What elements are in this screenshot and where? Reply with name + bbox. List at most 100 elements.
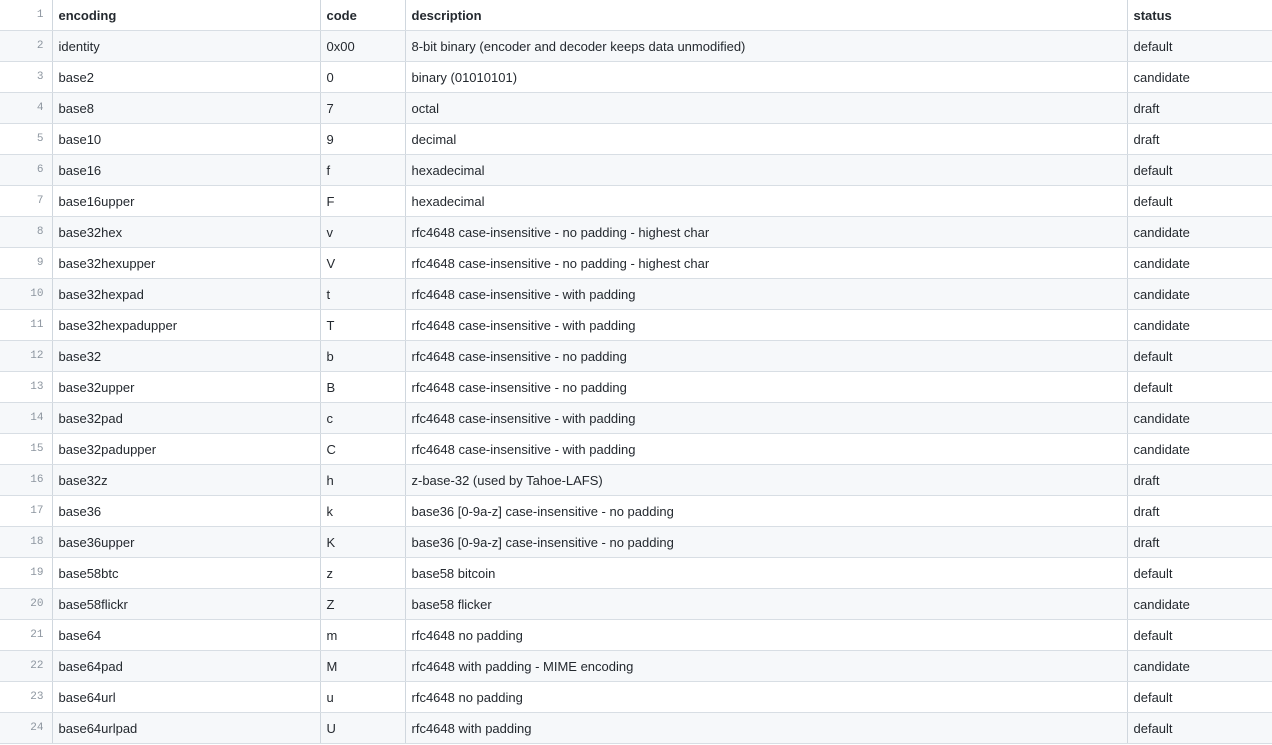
table-row: 9 base32hexupper Vrfc4648 case-insensitive… xyxy=(0,247,1272,279)
cell-status: draft xyxy=(1127,464,1272,496)
line-number[interactable]: 14 xyxy=(0,402,53,434)
cell-status: default xyxy=(1127,681,1272,713)
table-row: 12 base32 b rfc4648 case-insensitive - no p… xyxy=(0,340,1272,372)
line-number[interactable]: 15 xyxy=(0,433,53,465)
cell-description: base36 [0-9a-z] case-insensitive - no pa… xyxy=(405,495,1128,527)
cell-code: b xyxy=(320,340,406,372)
cell-code: 7 xyxy=(320,92,406,124)
cell-status: draft xyxy=(1127,495,1272,527)
line-number[interactable]: 12 xyxy=(0,340,53,372)
cell-encoding: base32hexpadupper xyxy=(52,309,321,341)
table-row: 19 base58btc z base58 bitcoin default xyxy=(0,557,1272,589)
csv-table: 1 encoding code description status 2 iden… xyxy=(0,0,1272,744)
table-row: 15 base32padupper Crfc4648 case-insensitiv… xyxy=(0,433,1272,465)
cell-status: default xyxy=(1127,557,1272,589)
cell-encoding: base36upper xyxy=(52,526,321,558)
line-number[interactable]: 11 xyxy=(0,309,53,341)
line-number[interactable]: 16 xyxy=(0,464,53,496)
line-number[interactable]: 8 xyxy=(0,216,53,248)
line-number[interactable]: 6 xyxy=(0,154,53,186)
line-number[interactable]: 3 xyxy=(0,61,53,93)
column-header-status: status xyxy=(1127,0,1272,31)
line-number[interactable]: 24 xyxy=(0,712,53,744)
cell-encoding: base32hexpad xyxy=(52,278,321,310)
line-number[interactable]: 4 xyxy=(0,92,53,124)
cell-code: T xyxy=(320,309,406,341)
line-number[interactable]: 5 xyxy=(0,123,53,155)
line-number[interactable]: 19 xyxy=(0,557,53,589)
line-number[interactable]: 1 xyxy=(0,0,53,31)
cell-code: F xyxy=(320,185,406,217)
cell-description: rfc4648 with padding xyxy=(405,712,1128,744)
cell-status: candidate xyxy=(1127,433,1272,465)
cell-description: rfc4648 case-insensitive - with padding xyxy=(405,433,1128,465)
cell-status: default xyxy=(1127,340,1272,372)
cell-code: B xyxy=(320,371,406,403)
table-row: 18 base36upper Kbase36 [0-9a-z] case-insen… xyxy=(0,526,1272,558)
table-row: 2 identity 0x00 8-bit binary (encoder and d… xyxy=(0,30,1272,62)
cell-code: V xyxy=(320,247,406,279)
cell-code: z xyxy=(320,557,406,589)
table-row: 5 base10 9 decimal draft xyxy=(0,123,1272,155)
cell-encoding: base16upper xyxy=(52,185,321,217)
cell-encoding: base32hex xyxy=(52,216,321,248)
cell-status: candidate xyxy=(1127,278,1272,310)
cell-description: 8-bit binary (encoder and decoder keeps … xyxy=(405,30,1128,62)
line-number[interactable]: 2 xyxy=(0,30,53,62)
cell-encoding: base2 xyxy=(52,61,321,93)
table-body: 2 identity 0x00 8-bit binary (encoder and d… xyxy=(0,30,1272,744)
cell-encoding: base32z xyxy=(52,464,321,496)
cell-encoding: base36 xyxy=(52,495,321,527)
cell-encoding: base16 xyxy=(52,154,321,186)
cell-code: 0x00 xyxy=(320,30,406,62)
cell-status: candidate xyxy=(1127,216,1272,248)
line-number[interactable]: 13 xyxy=(0,371,53,403)
line-number[interactable]: 10 xyxy=(0,278,53,310)
cell-encoding: base64 xyxy=(52,619,321,651)
cell-encoding: base8 xyxy=(52,92,321,124)
table-row: 13 base32upper Brfc4648 case-insensitive -… xyxy=(0,371,1272,403)
cell-code: m xyxy=(320,619,406,651)
cell-status: default xyxy=(1127,185,1272,217)
cell-code: K xyxy=(320,526,406,558)
cell-code: u xyxy=(320,681,406,713)
cell-encoding: base32pad xyxy=(52,402,321,434)
cell-description: rfc4648 no padding xyxy=(405,681,1128,713)
cell-description: rfc4648 with padding - MIME encoding xyxy=(405,650,1128,682)
cell-description: rfc4648 case-insensitive - no padding xyxy=(405,340,1128,372)
line-number[interactable]: 17 xyxy=(0,495,53,527)
table-row: 16 base32z h z-base-32 (used by Tahoe-LAFS)… xyxy=(0,464,1272,496)
table-row: 10 base32hexpad t rfc4648 case-insensitive … xyxy=(0,278,1272,310)
cell-description: rfc4648 case-insensitive - no padding - … xyxy=(405,247,1128,279)
cell-status: default xyxy=(1127,371,1272,403)
cell-code: h xyxy=(320,464,406,496)
cell-code: 0 xyxy=(320,61,406,93)
cell-encoding: base64url xyxy=(52,681,321,713)
cell-encoding: base32padupper xyxy=(52,433,321,465)
cell-encoding: identity xyxy=(52,30,321,62)
cell-code: Z xyxy=(320,588,406,620)
column-header-code: code xyxy=(320,0,406,31)
csv-table-viewer: 1 encoding code description status 2 iden… xyxy=(0,0,1272,745)
table-row: 7 base16upper Fhexadecimal default xyxy=(0,185,1272,217)
line-number[interactable]: 7 xyxy=(0,185,53,217)
table-row: 8 base32hex v rfc4648 case-insensitive - no… xyxy=(0,216,1272,248)
table-row: 20 base58flickr Zbase58 flicker candidate xyxy=(0,588,1272,620)
cell-status: candidate xyxy=(1127,61,1272,93)
line-number[interactable]: 21 xyxy=(0,619,53,651)
cell-encoding: base64urlpad xyxy=(52,712,321,744)
column-header-description: description xyxy=(405,0,1128,31)
line-number[interactable]: 20 xyxy=(0,588,53,620)
line-number[interactable]: 18 xyxy=(0,526,53,558)
line-number[interactable]: 22 xyxy=(0,650,53,682)
cell-status: default xyxy=(1127,154,1272,186)
cell-status: draft xyxy=(1127,526,1272,558)
cell-status: candidate xyxy=(1127,402,1272,434)
cell-status: candidate xyxy=(1127,588,1272,620)
cell-description: rfc4648 case-insensitive - no padding - … xyxy=(405,216,1128,248)
table-row: 23 base64url u rfc4648 no padding default xyxy=(0,681,1272,713)
line-number[interactable]: 9 xyxy=(0,247,53,279)
cell-encoding: base64pad xyxy=(52,650,321,682)
line-number[interactable]: 23 xyxy=(0,681,53,713)
cell-description: base58 flicker xyxy=(405,588,1128,620)
